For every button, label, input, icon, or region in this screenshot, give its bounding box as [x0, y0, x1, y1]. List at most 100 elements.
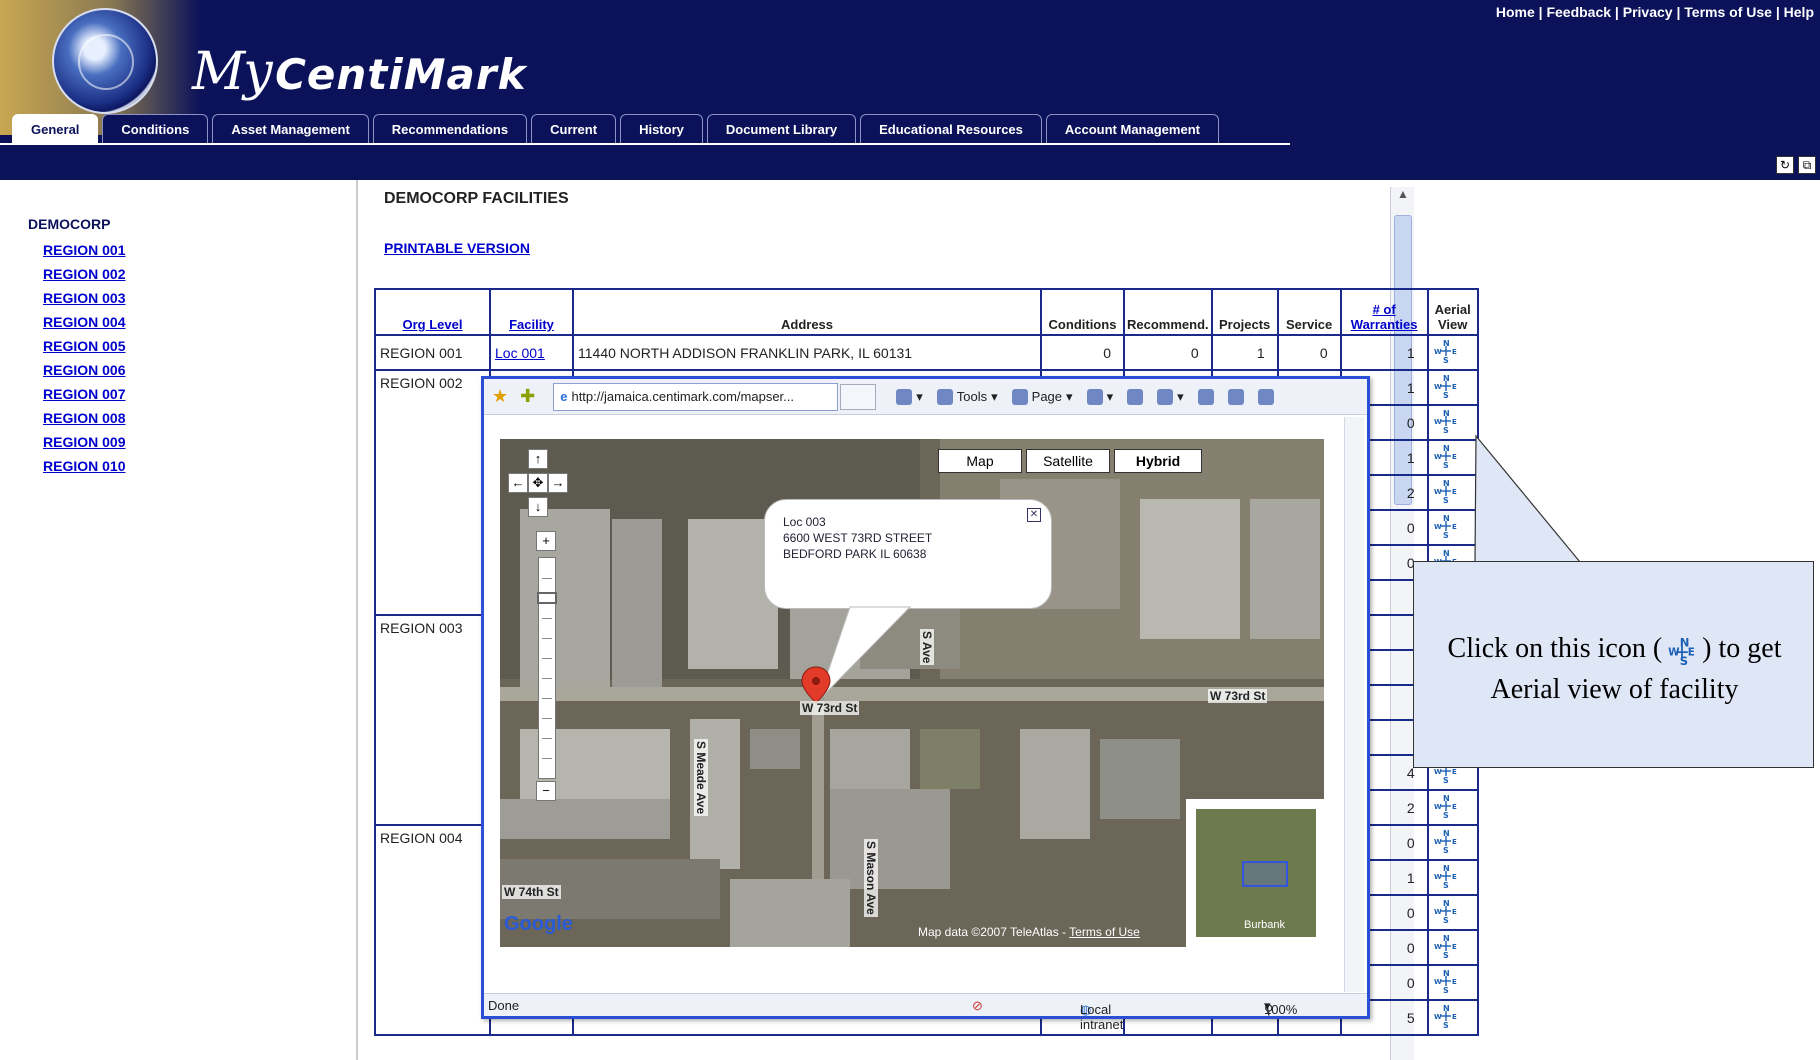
tab-general[interactable]: General — [12, 114, 99, 144]
list-item: REGION 007 — [43, 386, 125, 410]
aerial-cell: NWES — [1426, 789, 1479, 826]
aerial-compass-icon[interactable]: NWES — [1433, 478, 1459, 505]
popout-icon[interactable]: ⧉ — [1798, 156, 1816, 174]
projects-cell: 1 — [1210, 334, 1279, 371]
research-button[interactable] — [1197, 388, 1214, 405]
printable-version-link[interactable]: PRINTABLE VERSION — [384, 240, 530, 256]
aerial-compass-icon[interactable]: NWES — [1433, 373, 1459, 400]
top-link-feedback[interactable]: Feedback — [1546, 4, 1611, 20]
map-type-map[interactable]: Map — [938, 449, 1022, 473]
refresh-icon[interactable]: ↻ — [1776, 156, 1794, 174]
road-label: W 74th St — [502, 885, 561, 899]
overview-viewport[interactable] — [1242, 861, 1288, 887]
tab-asset-management[interactable]: Asset Management — [212, 114, 369, 144]
back-button[interactable] — [1227, 388, 1244, 405]
page-menu[interactable]: Page ▾ — [1011, 388, 1073, 405]
region-link[interactable]: REGION 003 — [43, 290, 125, 306]
region-link[interactable]: REGION 002 — [43, 266, 125, 282]
tab-document-library[interactable]: Document Library — [706, 114, 857, 144]
svg-text:W: W — [1434, 978, 1442, 986]
svg-text:E: E — [1452, 453, 1457, 461]
region-link[interactable]: REGION 008 — [43, 410, 125, 426]
pan-right-icon[interactable]: → — [548, 473, 568, 493]
tab-account-management[interactable]: Account Management — [1045, 114, 1219, 144]
sidebar-org: DEMOCORP — [28, 216, 111, 232]
map-type-satellite[interactable]: Satellite — [1026, 449, 1110, 473]
col-org-level[interactable]: Org Level — [374, 288, 491, 336]
terms-link[interactable]: Terms of Use — [1069, 925, 1140, 939]
browser-tab[interactable]: e http://jamaica.centimark.com/mapser... — [553, 382, 839, 411]
info-bubble-text: Loc 003 6600 WEST 73RD STREET BEDFORD PA… — [783, 515, 933, 561]
aerial-compass-icon[interactable]: NWES — [1433, 338, 1459, 365]
map-type-hybrid[interactable]: Hybrid — [1114, 449, 1202, 473]
region-link[interactable]: REGION 001 — [43, 242, 125, 258]
satellite-map[interactable]: Map Satellite Hybrid ↑ ← ✥ → ↓ + − Loc 0… — [500, 439, 1324, 947]
zoom-in-icon[interactable]: + — [536, 531, 556, 551]
help-button[interactable]: ▾ — [1157, 388, 1184, 405]
scroll-up-icon[interactable]: ▲ — [1391, 187, 1415, 207]
top-link-help[interactable]: Help — [1784, 4, 1814, 20]
aerial-compass-icon[interactable]: NWES — [1433, 968, 1459, 995]
svg-text:W: W — [1434, 803, 1442, 811]
col-facility[interactable]: Facility — [489, 288, 574, 336]
col-address: Address — [572, 288, 1042, 336]
svg-text:E: E — [1452, 383, 1457, 391]
popup-scrollbar[interactable] — [1344, 417, 1364, 992]
new-tab-button[interactable] — [840, 383, 877, 410]
tab-educational-resources[interactable]: Educational Resources — [860, 114, 1042, 144]
aerial-compass-icon[interactable]: NWES — [1433, 828, 1459, 855]
aerial-compass-icon[interactable]: NWES — [1433, 443, 1459, 470]
facility-link[interactable]: Loc 001 — [495, 345, 545, 361]
close-icon[interactable]: ✕ — [1027, 508, 1041, 522]
col-projects: Projects — [1210, 288, 1279, 336]
col-service: Service — [1276, 288, 1342, 336]
region-link[interactable]: REGION 006 — [43, 362, 125, 378]
zoom-indicator[interactable]: ⚲ 100% ▾ — [1264, 998, 1297, 1017]
region-link[interactable]: REGION 004 — [43, 314, 125, 330]
tab-current[interactable]: Current — [531, 114, 617, 144]
aerial-compass-icon[interactable]: NWES — [1433, 513, 1459, 540]
pan-left-icon[interactable]: ← — [508, 473, 528, 493]
region-link[interactable]: REGION 010 — [43, 458, 125, 474]
facility-cell: Loc 001 — [489, 334, 574, 371]
overview-map[interactable]: Burbank — [1186, 799, 1324, 947]
svg-text:E: E — [1452, 978, 1457, 986]
aerial-compass-icon[interactable]: NWES — [1433, 933, 1459, 960]
zoom-handle[interactable] — [537, 592, 557, 604]
aerial-compass-icon[interactable]: NWES — [1433, 898, 1459, 925]
tools-menu[interactable]: Tools ▾ — [936, 388, 998, 405]
tab-conditions[interactable]: Conditions — [102, 114, 209, 144]
aerial-compass-icon[interactable]: NWES — [1433, 1003, 1459, 1030]
favorites-star-icon[interactable]: ★ — [492, 386, 508, 407]
org-cell: REGION 001 — [374, 334, 491, 371]
zoom-out-icon[interactable]: − — [536, 781, 556, 801]
tab-history[interactable]: History — [620, 114, 703, 144]
region-link[interactable]: REGION 007 — [43, 386, 125, 402]
top-link-home[interactable]: Home — [1496, 4, 1535, 20]
svg-text:E: E — [1452, 523, 1457, 531]
aerial-compass-icon[interactable]: NWES — [1433, 793, 1459, 820]
pan-down-icon[interactable]: ↓ — [528, 497, 548, 517]
print-button[interactable]: ▾ — [1086, 388, 1113, 405]
feeds-button[interactable] — [1127, 388, 1144, 405]
region-link[interactable]: REGION 005 — [43, 338, 125, 354]
svg-text:S: S — [1443, 951, 1449, 959]
aerial-compass-icon[interactable]: NWES — [1433, 408, 1459, 435]
home-button[interactable]: ▾ — [896, 388, 923, 405]
help-icon — [1157, 388, 1174, 405]
list-item: REGION 002 — [43, 266, 125, 290]
top-link-privacy[interactable]: Privacy — [1623, 4, 1673, 20]
pan-center-icon[interactable]: ✥ — [528, 473, 548, 493]
list-item: REGION 003 — [43, 290, 125, 314]
aerial-compass-icon[interactable]: NWES — [1433, 863, 1459, 890]
top-link-terms[interactable]: Terms of Use — [1684, 4, 1772, 20]
svg-text:E: E — [1452, 1013, 1457, 1021]
col-warranties[interactable]: # of Warranties — [1339, 288, 1429, 336]
bluetooth-button[interactable] — [1257, 388, 1274, 405]
tab-recommendations[interactable]: Recommendations — [372, 114, 528, 144]
region-link[interactable]: REGION 009 — [43, 434, 125, 450]
add-favorite-icon[interactable]: ✚ — [520, 386, 535, 407]
pan-up-icon[interactable]: ↑ — [528, 449, 548, 469]
zoom-slider[interactable] — [537, 557, 557, 779]
back-icon — [1227, 388, 1244, 405]
